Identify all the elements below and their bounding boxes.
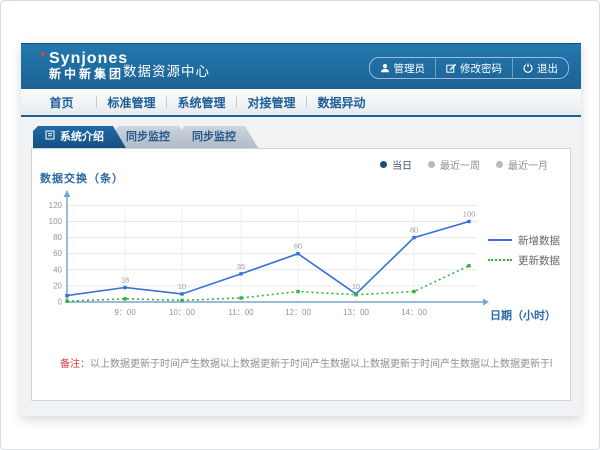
svg-text:14：00: 14：00: [401, 308, 427, 317]
logout-button[interactable]: 退出: [512, 58, 568, 78]
x-axis-title: 日期（小时）: [490, 307, 556, 323]
svg-text:80: 80: [410, 226, 418, 235]
radio-unselected-icon: [428, 161, 435, 168]
filter-last-week[interactable]: 最近一周: [428, 157, 480, 172]
tab-label: 系统介绍: [60, 126, 104, 148]
filter-label: 当日: [392, 157, 412, 172]
nav-item-home[interactable]: 首页: [27, 94, 96, 111]
change-password-label: 修改密码: [460, 61, 502, 76]
page-canvas: Synjones 新中新集团 数据资源中心 管理员 修改密码: [0, 0, 600, 450]
app-window: Synjones 新中新集团 数据资源中心 管理员 修改密码: [21, 43, 581, 416]
tab-label: 同步监控: [126, 131, 170, 143]
nav-item-system-management[interactable]: 系统管理: [167, 94, 236, 111]
svg-text:10: 10: [352, 282, 360, 291]
tab-bar: 系统介绍 同步监控 同步监控: [33, 126, 246, 148]
svg-text:60: 60: [53, 249, 62, 258]
footnote-prefix: 备注：: [60, 359, 90, 370]
chart-legend: 新增数据 更新数据: [488, 233, 560, 267]
company-logo: Synjones 新中新集团: [49, 50, 128, 82]
legend-label: 更新数据: [518, 253, 560, 268]
radio-unselected-icon: [496, 161, 503, 168]
tab-system-introduction[interactable]: 系统介绍: [33, 126, 126, 148]
svg-text:40: 40: [53, 265, 62, 274]
admin-user-label: 管理员: [394, 61, 426, 76]
app-title: 数据资源中心: [123, 60, 210, 80]
svg-text:120: 120: [49, 201, 63, 210]
footnote: 备注：以上数据更新于时间产生数据以上数据更新于时间产生数据以上数据更新于时间产生…: [60, 355, 552, 370]
chart-panel: 当日 最近一周 最近一月 数据交换（条） 0204060801001209：00…: [31, 148, 571, 401]
svg-text:100: 100: [463, 210, 476, 219]
svg-text:11：00: 11：00: [228, 308, 254, 317]
logo-text-en: Synjones: [49, 50, 128, 67]
tab-sync-monitor-2[interactable]: 同步监控: [180, 126, 258, 148]
filter-today[interactable]: 当日: [380, 157, 412, 172]
legend-label: 新增数据: [518, 233, 560, 248]
nav-item-standard-management[interactable]: 标准管理: [97, 94, 166, 111]
svg-text:12：00: 12：00: [285, 308, 311, 317]
filter-label: 最近一月: [508, 157, 548, 172]
svg-text:0: 0: [58, 298, 63, 307]
logout-label: 退出: [537, 61, 558, 76]
header-actions-group: 管理员 修改密码 退出: [369, 57, 570, 79]
svg-text:10：00: 10：00: [169, 308, 195, 317]
radio-selected-icon: [380, 161, 387, 168]
tab-sync-monitor-1[interactable]: 同步监控: [114, 126, 192, 148]
svg-text:10: 10: [178, 282, 186, 291]
change-password-button[interactable]: 修改密码: [435, 58, 512, 78]
admin-user-button[interactable]: 管理员: [370, 58, 436, 78]
time-range-filter-group: 当日 最近一周 最近一月: [380, 157, 548, 172]
logo-text-cn: 新中新集团: [49, 67, 128, 82]
edit-icon: [446, 63, 456, 73]
svg-text:13：00: 13：00: [343, 308, 369, 317]
legend-item-updated-data[interactable]: 更新数据: [488, 253, 560, 267]
svg-text:9：00: 9：00: [114, 308, 136, 317]
filter-last-month[interactable]: 最近一月: [496, 157, 548, 172]
svg-text:20: 20: [53, 281, 62, 290]
svg-text:60: 60: [294, 242, 302, 251]
logo-red-dot-icon: [41, 52, 45, 56]
footnote-text: 以上数据更新于时间产生数据以上数据更新于时间产生数据以上数据更新于时间产生数据以…: [90, 359, 552, 370]
nav-item-data-changes[interactable]: 数据异动: [307, 94, 376, 111]
main-nav: 首页 标准管理 系统管理 对接管理 数据异动: [21, 89, 581, 117]
legend-item-new-data[interactable]: 新增数据: [488, 233, 560, 247]
svg-text:80: 80: [53, 233, 62, 242]
svg-text:35: 35: [237, 262, 245, 271]
line-chart: 0 20 40 60 80 100 120 9：00 10：00 11：00 12：00 13：00 1…: [47, 179, 507, 329]
svg-text:100: 100: [49, 217, 63, 226]
solid-line-swatch-icon: [488, 239, 512, 241]
filter-label: 最近一周: [440, 157, 480, 172]
app-header: Synjones 新中新集团 数据资源中心 管理员 修改密码: [21, 43, 581, 89]
power-icon: [523, 63, 533, 73]
dotted-line-swatch-icon: [488, 259, 512, 261]
svg-text:18: 18: [121, 276, 129, 285]
content-area: 系统介绍 同步监控 同步监控 当日 最近一周: [21, 117, 581, 416]
nav-item-docking-management[interactable]: 对接管理: [237, 94, 306, 111]
document-icon: [45, 126, 55, 148]
tab-label: 同步监控: [192, 131, 236, 143]
user-icon: [380, 63, 390, 73]
